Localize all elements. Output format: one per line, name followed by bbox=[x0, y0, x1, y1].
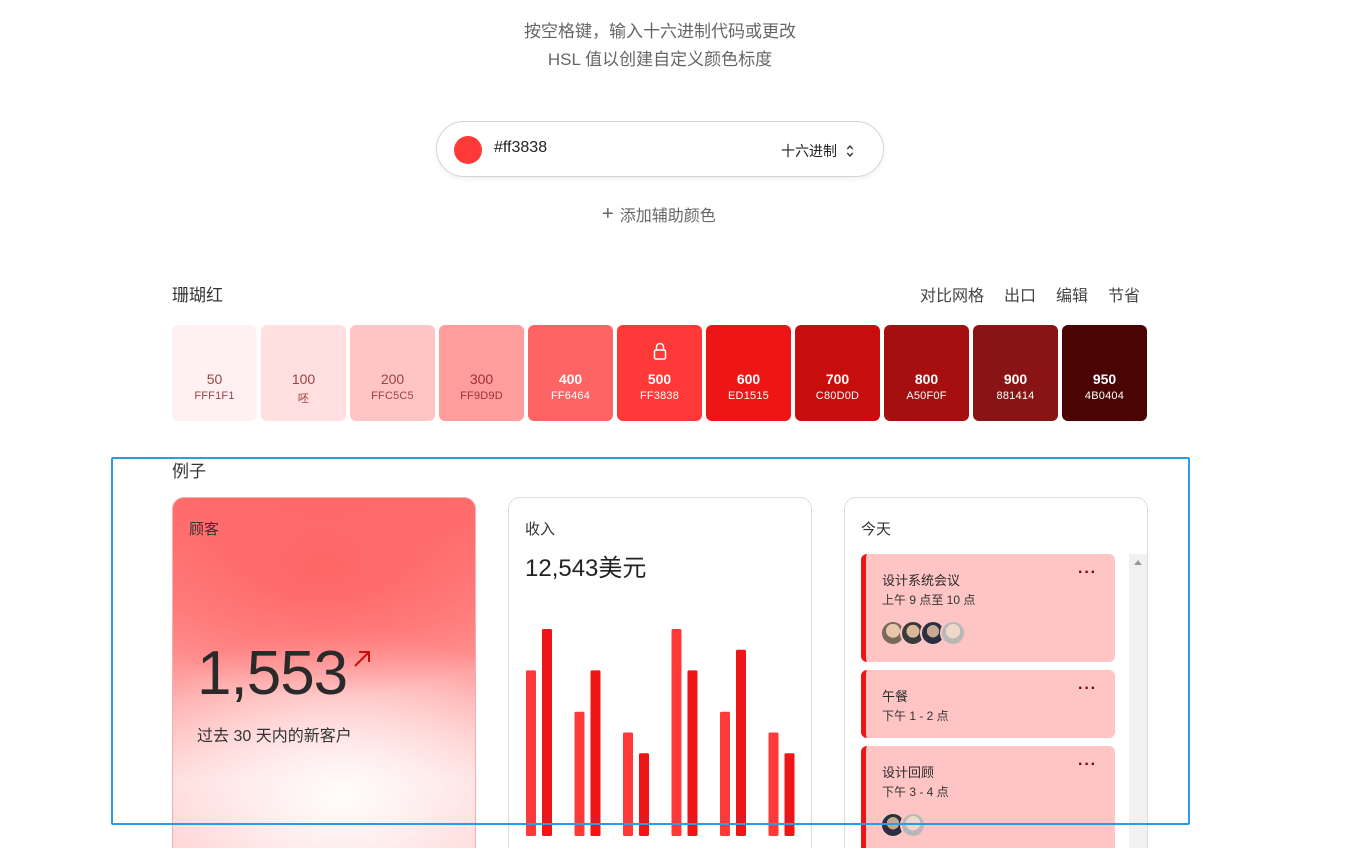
customers-value: 1,553 bbox=[197, 639, 348, 708]
bar-3-2 bbox=[639, 753, 649, 836]
bar-4-1 bbox=[671, 629, 682, 836]
swatch-hex: FF6464 bbox=[550, 390, 591, 402]
color-swatch-200[interactable]: 200 FFC5C5 bbox=[350, 325, 435, 421]
edit-button[interactable]: 编辑 bbox=[1056, 282, 1088, 306]
avatar bbox=[900, 812, 926, 838]
color-swatch-50[interactable]: 50 FFF1F1 bbox=[172, 325, 257, 421]
lock-icon[interactable] bbox=[653, 342, 667, 360]
color-swatch-300[interactable]: 300 FF9D9D bbox=[439, 325, 524, 421]
today-card: 今天 设计系统会议 上午 9 点至 10 点 ··· 午餐 下午 1 - 2 点… bbox=[844, 497, 1148, 848]
hex-value-input[interactable]: #ff3838 bbox=[494, 139, 547, 157]
bar-6-2 bbox=[784, 753, 795, 836]
swatch-hex: FFF1F1 bbox=[194, 390, 235, 402]
bar-5-2 bbox=[736, 649, 746, 836]
palette-name: 珊瑚红 bbox=[172, 286, 223, 305]
swatch-hex: FFC5C5 bbox=[371, 390, 414, 402]
bar-1-2 bbox=[542, 629, 552, 836]
event-title: 设计回顾 bbox=[882, 765, 935, 780]
swatch-level: 300 bbox=[469, 371, 494, 387]
event-time: 上午 9 点至 10 点 bbox=[882, 593, 976, 607]
page: 按空格键，输入十六进制代码或更改 HSL 值以创建自定义颜色标度 #ff3838… bbox=[0, 0, 1347, 848]
swatch-hex: 881414 bbox=[996, 390, 1035, 402]
revenue-card: 收入 12,543美元 bbox=[508, 497, 812, 848]
bar-1-1 bbox=[526, 670, 536, 836]
event-item[interactable]: 设计回顾 下午 3 - 4 点 ··· bbox=[861, 746, 1115, 848]
avatar bbox=[940, 620, 966, 646]
plus-icon: + bbox=[602, 203, 614, 225]
color-swatch[interactable] bbox=[454, 136, 482, 164]
today-title: 今天 bbox=[861, 521, 892, 538]
color-mode-label: 十六进制 bbox=[781, 143, 837, 159]
event-item[interactable]: 设计系统会议 上午 9 点至 10 点 ··· bbox=[861, 554, 1115, 662]
swatch-hex: 4B0404 bbox=[1084, 390, 1125, 402]
swatch-level: 800 bbox=[914, 371, 939, 387]
bar-4-2 bbox=[687, 670, 698, 836]
contrast-grid-button[interactable]: 对比网格 bbox=[920, 282, 984, 306]
attendee-avatars bbox=[880, 620, 966, 646]
palette-actions: 对比网格 出口 编辑 节省 bbox=[920, 282, 1140, 306]
swatch-level: 200 bbox=[380, 371, 405, 387]
bar-5-1 bbox=[720, 711, 730, 836]
save-button[interactable]: 节省 bbox=[1108, 282, 1140, 306]
examples-title: 例子 bbox=[172, 462, 206, 481]
hint-line-1: 按空格键，输入十六进制代码或更改 bbox=[524, 22, 796, 41]
swatch-level: 400 bbox=[558, 371, 583, 387]
swatch-level: 600 bbox=[736, 371, 761, 387]
bar-6-1 bbox=[768, 732, 779, 836]
bar-2-1 bbox=[574, 711, 585, 836]
swatch-level: 100 bbox=[291, 371, 316, 387]
color-swatch-100[interactable]: 100 呸 bbox=[261, 325, 346, 421]
color-swatch-950[interactable]: 950 4B0404 bbox=[1062, 325, 1147, 421]
swatch-hex: FF9D9D bbox=[460, 390, 503, 402]
event-title: 午餐 bbox=[882, 689, 909, 704]
swatch-hex: A50F0F bbox=[906, 390, 947, 402]
color-swatch-800[interactable]: 800 A50F0F bbox=[884, 325, 969, 421]
instruction-hint: 按空格键，输入十六进制代码或更改 HSL 值以创建自定义颜色标度 bbox=[0, 18, 1320, 74]
swatch-level: 50 bbox=[206, 371, 223, 387]
add-secondary-label: 添加辅助颜色 bbox=[619, 208, 716, 225]
scroll-up-arrow-icon[interactable] bbox=[1134, 560, 1142, 565]
event-time: 下午 3 - 4 点 bbox=[882, 785, 949, 799]
attendee-avatars bbox=[880, 812, 926, 838]
event-item[interactable]: 午餐 下午 1 - 2 点 ··· bbox=[861, 670, 1115, 738]
swatch-hex: ED1515 bbox=[728, 390, 769, 402]
more-options-icon[interactable]: ··· bbox=[1078, 680, 1097, 698]
swatch-level: 950 bbox=[1092, 371, 1117, 387]
swatch-hex: C80D0D bbox=[815, 390, 860, 402]
event-time: 下午 1 - 2 点 bbox=[882, 709, 949, 723]
more-options-icon[interactable]: ··· bbox=[1078, 756, 1097, 774]
color-mode-select[interactable]: 十六进制 bbox=[781, 141, 855, 161]
color-swatch-900[interactable]: 900 881414 bbox=[973, 325, 1058, 421]
color-swatch-700[interactable]: 700 C80D0D bbox=[795, 325, 880, 421]
swatch-hex: FF3838 bbox=[639, 390, 680, 402]
scrollbar[interactable] bbox=[1129, 554, 1147, 848]
swatch-hex: 呸 bbox=[297, 393, 310, 405]
hint-line-2: HSL 值以创建自定义颜色标度 bbox=[547, 50, 773, 69]
chevron-up-down-icon bbox=[846, 144, 854, 158]
color-picker-input[interactable]: #ff3838 十六进制 bbox=[436, 121, 884, 177]
swatch-level: 700 bbox=[825, 371, 850, 387]
color-swatch-500[interactable]: 500 FF3838 bbox=[617, 325, 702, 421]
customers-card: 顾客 1,553 过去 30 天内的新客户 bbox=[172, 497, 476, 848]
arrow-up-right-icon bbox=[354, 651, 370, 667]
bar-3-1 bbox=[623, 732, 633, 836]
export-button[interactable]: 出口 bbox=[1004, 282, 1036, 306]
event-title: 设计系统会议 bbox=[882, 573, 961, 588]
swatch-level: 900 bbox=[1003, 371, 1028, 387]
color-swatch-400[interactable]: 400 FF6464 bbox=[528, 325, 613, 421]
color-swatch-600[interactable]: 600 ED1515 bbox=[706, 325, 791, 421]
add-secondary-color-button[interactable]: + 添加辅助颜色 bbox=[602, 202, 716, 226]
swatch-level: 500 bbox=[647, 371, 672, 387]
revenue-bar-chart bbox=[526, 629, 795, 836]
more-options-icon[interactable]: ··· bbox=[1078, 564, 1097, 582]
customers-title: 顾客 bbox=[189, 521, 220, 538]
color-scale: 50 FFF1F1 100 呸 200 FFC5C5 300 FF9D9D 400 FF6464 5… bbox=[172, 325, 1147, 421]
bar-2-2 bbox=[590, 670, 601, 836]
customers-caption: 过去 30 天内的新客户 bbox=[197, 728, 352, 745]
